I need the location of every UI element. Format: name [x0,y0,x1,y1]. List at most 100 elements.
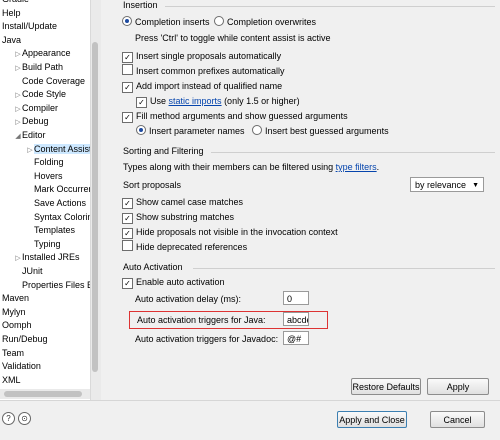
tree-item-label: Build Path [22,62,64,72]
insert-best-guessed-radio[interactable]: Insert best guessed arguments [252,124,389,138]
tree-item-label: Java [2,34,22,45]
tree-item[interactable]: ▷Content Assist [0,143,92,156]
tree-item[interactable]: Oomph [0,319,32,332]
tree-item[interactable]: Templates [0,224,75,237]
insert-best-guessed-label: Insert best guessed arguments [265,126,389,136]
tree-item[interactable]: Mylyn [0,306,26,319]
import-export-icon[interactable]: ⊙ [18,412,31,425]
tree-item[interactable]: Maven [0,292,29,305]
tree-item[interactable]: XML [0,374,21,387]
completion-inserts-label: Completion inserts [135,17,210,27]
add-import-checkbox[interactable]: ✓ Add import instead of qualified name [122,79,282,93]
apply-and-close-button[interactable]: Apply and Close [337,411,407,428]
dropdown-arrow-icon: ▼ [472,182,479,189]
tree-item[interactable]: Properties Files Ed [0,279,98,292]
collapsed-icon[interactable]: ▷ [14,252,22,265]
tree-scroll-thumb[interactable] [92,42,98,372]
tree-item[interactable]: Validation [0,360,41,373]
collapsed-icon[interactable]: ▷ [14,103,22,116]
tree-item[interactable]: JUnit [0,265,43,278]
tree-item[interactable]: ▷Debug [0,115,49,129]
sort-proposals-value: by relevance [415,180,467,190]
collapsed-icon[interactable]: ▷ [14,48,22,61]
insertion-title: Insertion [123,0,158,10]
tree-item[interactable]: Mark Occurren [0,183,94,196]
tree-item-label: Mylyn [2,306,26,317]
cancel-button[interactable]: Cancel [430,411,485,428]
help-icon[interactable]: ? [2,412,15,425]
insert-param-names-label: Insert parameter names [149,126,245,136]
tree-item-label: Run/Debug [2,334,48,344]
insert-param-names-radio[interactable]: Insert parameter names [136,124,245,138]
tree-item[interactable]: ▷Build Path [0,61,63,74]
substring-label: Show substring matches [136,212,235,222]
tree-item[interactable]: ▷Compiler [0,102,58,115]
add-import-label: Add import instead of qualified name [136,81,283,91]
javadoc-triggers-input[interactable]: @# [283,331,309,345]
tree-item[interactable]: Hovers [0,170,63,183]
tree-item[interactable]: ◢Editor [0,129,45,143]
insert-single-label: Insert single proposals automatically [136,51,282,61]
dialog-button-bar [0,400,500,440]
restore-defaults-button[interactable]: Restore Defaults [351,378,421,395]
tree-item-label: Syntax Coloring [34,211,98,222]
auto-activation-title: Auto Activation [123,262,183,272]
radio-icon [214,16,224,26]
tree-item-label: Properties Files Ed [22,279,99,290]
tree-item-label: Debug [22,116,49,127]
tree-item[interactable]: ▷Code Style [0,88,66,101]
collapsed-icon[interactable]: ▷ [14,89,22,102]
use-suffix-label: (only 1.5 or higher) [224,96,300,106]
collapsed-icon[interactable]: ▷ [14,62,22,75]
hide-deprecated-checkbox[interactable]: Hide deprecated references [122,240,247,254]
radio-selected-icon [136,125,146,135]
tree-item[interactable]: Folding [0,156,64,169]
tree-item[interactable]: Run/Debug [0,333,48,346]
static-imports-link[interactable]: static imports [169,96,222,106]
tree-item[interactable]: Team [0,347,24,360]
checkbox-checked-icon: ✓ [122,82,133,93]
radio-selected-icon [122,16,132,26]
checkbox-checked-icon: ✓ [122,213,133,224]
tree-item[interactable]: ▷Appearance [0,47,70,61]
tree-item[interactable]: Help [0,7,21,20]
hide-invisible-checkbox[interactable]: ✓ Hide proposals not visible in the invoc… [122,225,338,239]
tree-item-label: Team [2,347,25,358]
delay-input[interactable]: 0 [283,291,309,305]
tree-item[interactable]: Java [0,34,21,47]
tree-item[interactable]: ▷Installed JREs [0,251,79,265]
tree-item-label: Install/Update [2,21,58,32]
insert-common-checkbox[interactable]: Insert common prefixes automatically [122,64,285,78]
javadoc-triggers-label: Auto activation triggers for Javadoc: [135,334,279,344]
tree-item-label: JUnit [22,266,43,276]
substring-checkbox[interactable]: ✓ Show substring matches [122,210,234,224]
radio-icon [252,125,262,135]
hide-invisible-label: Hide proposals not visible in the invoca… [136,227,338,237]
tree-item[interactable]: Code Coverage [0,75,85,88]
tree-item[interactable]: Syntax Coloring [0,211,98,224]
insert-common-label: Insert common prefixes automatically [136,66,285,76]
tree-item[interactable]: Gradle [0,0,29,6]
checkbox-checked-icon: ✓ [122,52,133,63]
type-filters-link[interactable]: type filters [336,162,377,172]
collapsed-icon[interactable]: ▷ [14,116,22,129]
apply-button[interactable]: Apply [427,378,489,395]
camel-case-checkbox[interactable]: ✓ Show camel case matches [122,195,243,209]
preferences-tree[interactable]: GradleHelpInstall/UpdateJava▷Appearance▷… [0,0,100,400]
tree-item[interactable]: Save Actions [0,197,86,210]
insert-single-checkbox[interactable]: ✓ Insert single proposals automatically [122,49,281,63]
completion-overwrites-radio[interactable]: Completion overwrites [214,15,316,29]
checkbox-checked-icon: ✓ [136,97,147,108]
tree-item[interactable]: Install/Update [0,20,57,33]
checkbox-checked-icon: ✓ [122,112,133,123]
sort-proposals-select[interactable]: by relevance ▼ [410,177,484,192]
enable-auto-activation-checkbox[interactable]: ✓ Enable auto activation [122,275,225,289]
expanded-icon[interactable]: ◢ [14,130,22,143]
tree-item-label: XML [2,374,21,385]
completion-inserts-radio[interactable]: Completion inserts [122,15,210,29]
tree-item[interactable]: Typing [0,238,61,251]
fill-method-checkbox[interactable]: ✓ Fill method arguments and show guessed … [122,109,348,123]
collapsed-icon[interactable]: ▷ [26,144,34,157]
use-static-imports-checkbox[interactable]: ✓ Use static imports (only 1.5 or higher) [136,94,300,108]
tree-hscroll-thumb[interactable] [4,391,82,397]
